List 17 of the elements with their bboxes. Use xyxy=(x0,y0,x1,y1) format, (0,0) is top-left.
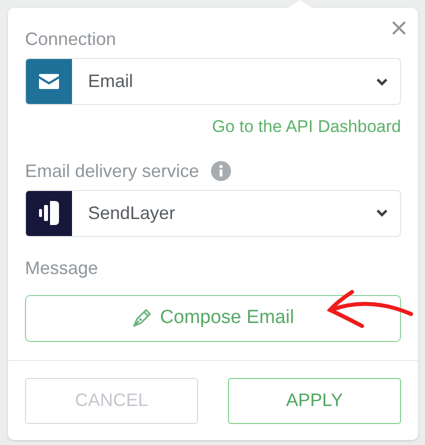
select-value: SendLayer xyxy=(88,202,176,225)
layers-logo-icon xyxy=(39,201,59,225)
chevron-down-icon xyxy=(376,78,388,86)
field-label: Message xyxy=(25,256,100,278)
api-dashboard-link[interactable]: Go to the API Dashboard xyxy=(212,114,401,140)
info-icon xyxy=(211,160,232,180)
select-value: Email xyxy=(88,70,134,93)
envelope-icon xyxy=(39,74,59,89)
chevron-down-icon xyxy=(376,209,388,217)
apply-button[interactable]: APPLY xyxy=(228,378,401,424)
close-button[interactable] xyxy=(392,20,408,36)
field-label: Email delivery service xyxy=(25,160,200,182)
compose-email-button[interactable]: Compose Email xyxy=(25,294,401,342)
pen-icon xyxy=(132,308,152,328)
connection-select[interactable]: Email xyxy=(25,58,401,105)
delivery-service-select[interactable]: SendLayer xyxy=(25,190,401,236)
field-label: Connection xyxy=(25,28,118,50)
